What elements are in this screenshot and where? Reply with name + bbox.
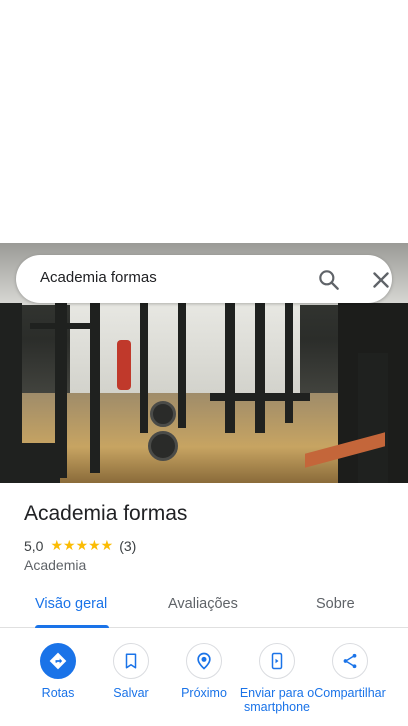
search-query[interactable]: Academia formas — [40, 269, 157, 286]
rating-stars-icon: ★★★★★ — [50, 537, 114, 553]
send-to-phone-icon — [259, 643, 295, 679]
search-bar[interactable]: Academia formas — [16, 255, 392, 303]
rating-value: 5,0 — [24, 537, 44, 554]
directions-label: Rotas — [41, 686, 75, 700]
place-category[interactable]: Academia — [24, 557, 86, 573]
action-buttons: Rotas Salvar Próximo Enviar para o smart… — [0, 643, 408, 726]
directions-button[interactable]: Rotas — [18, 643, 98, 700]
tab-about[interactable]: Sobre — [316, 596, 355, 612]
tab-indicator — [35, 625, 109, 628]
place-sheet: Academia formas 5,0 ★★★★★ (3) Academia V… — [0, 483, 408, 726]
place-title: Academia formas — [24, 502, 188, 525]
nearby-label: Próximo — [181, 686, 227, 700]
place-tabs: Visão geral Avaliações Sobre — [0, 583, 408, 628]
send-to-phone-button[interactable]: Enviar para o smartphone — [237, 643, 317, 714]
send-to-phone-label: Enviar para o smartphone — [239, 686, 315, 714]
nearby-icon — [186, 643, 222, 679]
review-count: (3) — [119, 537, 137, 554]
share-button[interactable]: Compartilhar — [310, 643, 390, 700]
directions-icon — [40, 643, 76, 679]
nearby-button[interactable]: Próximo — [164, 643, 244, 700]
save-label: Salvar — [113, 686, 149, 700]
tab-reviews[interactable]: Avaliações — [168, 596, 238, 612]
close-icon[interactable] — [368, 267, 394, 293]
search-icon[interactable] — [316, 267, 342, 293]
rating-row[interactable]: 5,0 ★★★★★ (3) — [24, 537, 136, 554]
save-button[interactable]: Salvar — [91, 643, 171, 700]
share-label: Compartilhar — [314, 686, 386, 700]
tab-overview[interactable]: Visão geral — [35, 596, 107, 612]
map-area — [0, 0, 408, 243]
bookmark-icon — [113, 643, 149, 679]
share-icon — [332, 643, 368, 679]
